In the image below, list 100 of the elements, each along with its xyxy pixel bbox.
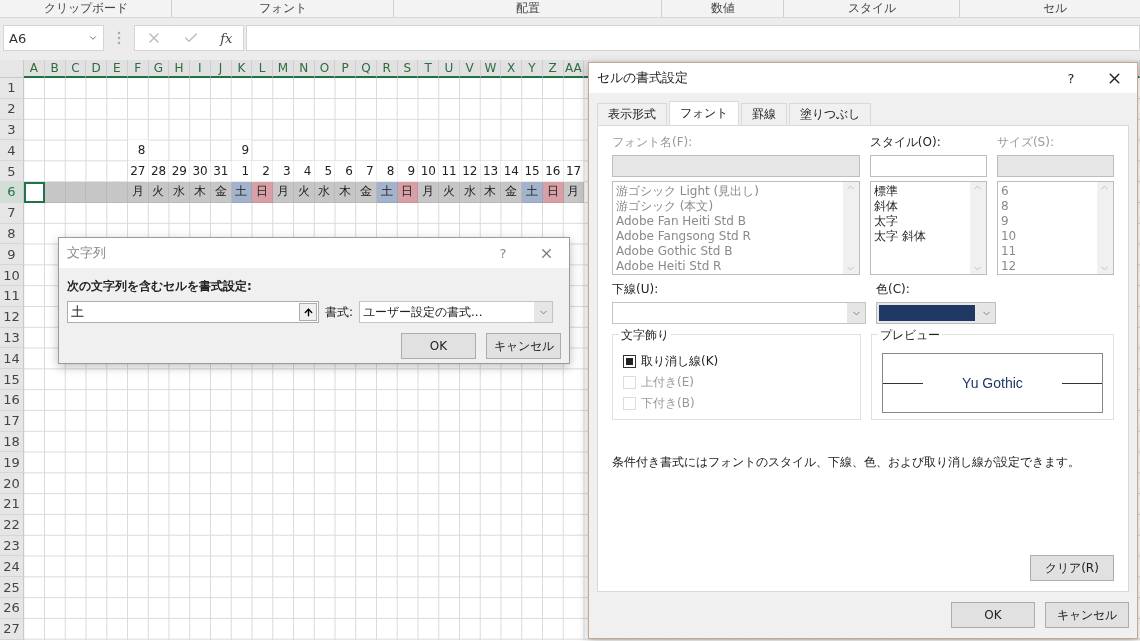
column-header[interactable]: H xyxy=(169,60,190,78)
row-header[interactable]: 3 xyxy=(0,119,24,141)
dropdown-icon[interactable] xyxy=(88,33,98,43)
ok-button[interactable]: OK xyxy=(951,602,1035,628)
insert-function-button[interactable]: fx xyxy=(220,30,233,46)
row-header[interactable]: 4 xyxy=(0,140,24,162)
column-header[interactable]: W xyxy=(480,60,502,78)
active-cell[interactable] xyxy=(24,182,45,203)
font-style-option[interactable]: 太字 斜体 xyxy=(873,229,967,244)
column-header[interactable]: E xyxy=(107,60,128,78)
help-button[interactable]: ? xyxy=(1051,70,1091,86)
row-header[interactable]: 12 xyxy=(0,306,24,328)
preview-text: Yu Gothic xyxy=(962,375,1023,391)
row-header[interactable]: 8 xyxy=(0,223,24,245)
column-header[interactable]: Y xyxy=(522,60,543,78)
column-header[interactable]: Q xyxy=(356,60,377,78)
table-cell: 土 xyxy=(522,182,543,203)
column-header[interactable]: M xyxy=(273,60,294,78)
row-header[interactable]: 22 xyxy=(0,514,24,536)
scrollbar[interactable] xyxy=(842,182,859,274)
column-header[interactable]: P xyxy=(335,60,356,78)
font-style-option[interactable]: 太字 xyxy=(873,214,967,229)
row-header[interactable]: 13 xyxy=(0,327,24,349)
checkbox[interactable] xyxy=(623,355,636,368)
prompt-label: 次の文字列を含むセルを書式設定: xyxy=(66,278,253,295)
row-header[interactable]: 14 xyxy=(0,348,24,370)
row-header[interactable]: 20 xyxy=(0,473,24,494)
column-header[interactable]: X xyxy=(501,60,522,78)
help-button[interactable]: ? xyxy=(483,245,523,261)
table-cell: 12 xyxy=(459,161,481,182)
column-header[interactable]: V xyxy=(459,60,481,78)
column-header[interactable]: K xyxy=(231,60,253,78)
table-cell: 29 xyxy=(169,161,190,182)
column-header[interactable]: B xyxy=(44,60,66,78)
column-header[interactable]: R xyxy=(376,60,398,78)
cancel-button[interactable]: キャンセル xyxy=(486,333,561,359)
tab[interactable]: 表示形式 xyxy=(597,103,667,125)
row-header[interactable]: 7 xyxy=(0,202,24,224)
row-header[interactable]: 24 xyxy=(0,556,24,578)
row-header[interactable]: 11 xyxy=(0,285,24,307)
group-title: 文字飾り xyxy=(619,327,671,344)
name-box[interactable]: A6 xyxy=(3,25,104,51)
column-header[interactable]: D xyxy=(86,60,107,78)
formula-input[interactable] xyxy=(246,25,1140,51)
column-header[interactable]: C xyxy=(65,60,87,78)
table-cell: 4 xyxy=(293,161,315,182)
table-cell: 31 xyxy=(210,161,232,182)
dialog-title: 文字列 xyxy=(67,244,107,262)
row-header[interactable]: 1 xyxy=(0,78,24,99)
row-header[interactable]: 16 xyxy=(0,389,24,411)
underline-select[interactable] xyxy=(612,302,866,324)
table-cell: 金 xyxy=(501,182,522,203)
format-select[interactable]: ユーザー設定の書式... xyxy=(359,301,554,323)
clear-button[interactable]: クリア(R) xyxy=(1030,555,1114,581)
color-picker[interactable] xyxy=(876,302,996,324)
column-header[interactable]: A xyxy=(24,60,45,78)
column-header[interactable]: T xyxy=(418,60,439,78)
row-header[interactable]: 23 xyxy=(0,535,24,557)
column-header[interactable]: I xyxy=(190,60,211,78)
scrollbar[interactable] xyxy=(1097,182,1113,274)
row-header[interactable]: 6 xyxy=(0,182,24,203)
column-header[interactable]: O xyxy=(314,60,336,78)
tab[interactable]: フォント xyxy=(669,101,739,125)
row-header[interactable]: 9 xyxy=(0,244,24,266)
column-header[interactable]: Z xyxy=(542,60,564,78)
column-header[interactable]: AA xyxy=(563,60,585,78)
font-style-option[interactable]: 標準 xyxy=(873,184,967,199)
row-header[interactable]: 2 xyxy=(0,98,24,120)
row-header[interactable]: 21 xyxy=(0,493,24,515)
row-header[interactable]: 17 xyxy=(0,410,24,432)
row-header[interactable]: 25 xyxy=(0,577,24,598)
scrollbar[interactable] xyxy=(969,182,986,274)
checkbox-label: 取り消し線(K) xyxy=(641,353,719,370)
table-cell: 27 xyxy=(127,161,149,182)
font-size-input[interactable] xyxy=(996,155,1114,177)
tab[interactable]: 罫線 xyxy=(741,103,787,125)
row-header[interactable]: 10 xyxy=(0,265,24,286)
column-header[interactable]: L xyxy=(252,60,273,78)
column-header[interactable]: U xyxy=(439,60,460,78)
column-header[interactable]: G xyxy=(148,60,170,78)
row-header[interactable]: 26 xyxy=(0,597,24,619)
row-header[interactable]: 19 xyxy=(0,452,24,474)
font-style-list[interactable]: 標準 斜体 太字 太字 斜体 xyxy=(869,181,987,275)
column-header[interactable]: F xyxy=(127,60,149,78)
tab[interactable]: 塗りつぶし xyxy=(789,103,871,125)
column-header[interactable]: N xyxy=(293,60,315,78)
column-header[interactable]: S xyxy=(397,60,419,78)
cancel-button[interactable]: キャンセル xyxy=(1045,602,1129,628)
font-style-input[interactable] xyxy=(869,155,987,177)
row-header[interactable]: 15 xyxy=(0,369,24,390)
font-name-input[interactable] xyxy=(612,155,860,177)
column-header[interactable]: J xyxy=(210,60,232,78)
row-header[interactable]: 18 xyxy=(0,431,24,453)
text-input[interactable]: 土 xyxy=(67,301,319,323)
color-label: 色(C): xyxy=(876,281,911,298)
row-header[interactable]: 5 xyxy=(0,161,24,182)
ok-button[interactable]: OK xyxy=(401,333,476,359)
row-header[interactable]: 27 xyxy=(0,618,24,640)
select-all-corner[interactable] xyxy=(0,60,24,78)
font-style-option[interactable]: 斜体 xyxy=(873,199,967,214)
